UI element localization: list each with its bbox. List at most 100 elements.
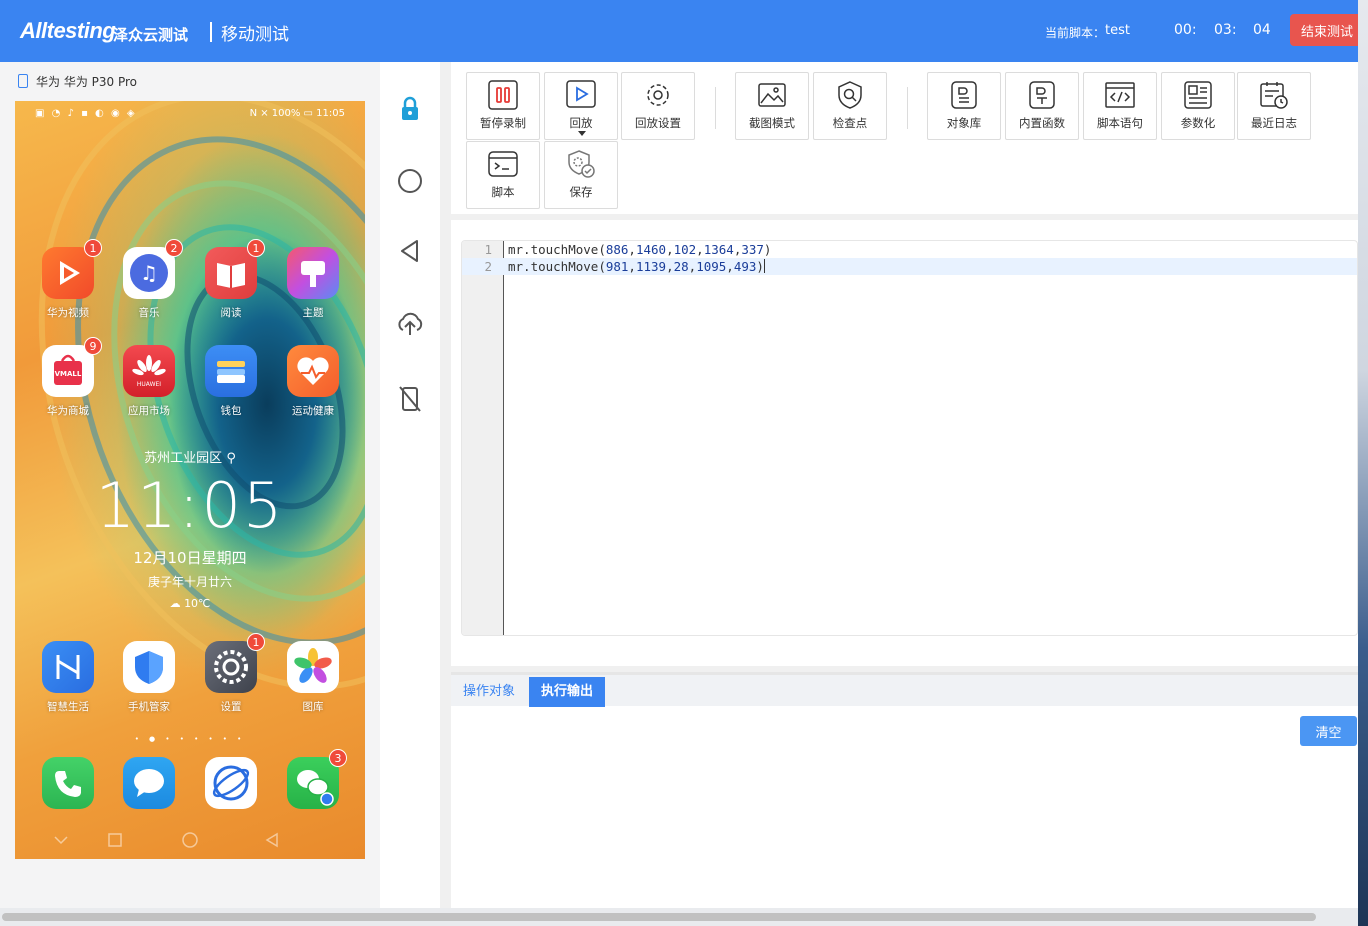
app-health[interactable]: 运动健康 [278,345,348,418]
device-panel: 华为 华为 P30 Pro ▣ ◔ ♪ ▪ ◐ ◉ ◈ N ⨯ 100% ▭ 1… [0,62,380,908]
timer-hours: 00: [1174,22,1197,38]
badge: 3 [329,749,347,767]
clear-button[interactable]: 清空 [1300,716,1357,746]
phone-icon [42,757,94,809]
upload-cloud-icon[interactable] [395,308,425,338]
dock-browser[interactable] [196,757,266,809]
recent-logs-button[interactable]: 最近日志 [1237,72,1311,140]
shield-check-icon [568,150,595,178]
save-button[interactable]: 保存 [544,141,618,209]
dock-wechat[interactable]: 3 [278,749,348,809]
shield-search-icon [838,81,862,109]
tab-operation-objects[interactable]: 操作对象 [451,677,527,707]
code-line-active[interactable]: 2 mr.touchMove(981,1139,28,1095,493) [462,258,1357,275]
wechat-icon: 3 [287,749,347,809]
device-title: 华为 华为 P30 Pro [18,73,137,90]
script-statement-button[interactable]: 脚本语句 [1083,72,1157,140]
app-label: 图库 [302,701,324,713]
svg-text:♫: ♫ [140,261,158,285]
dock-phone[interactable] [33,757,103,809]
replay-button[interactable]: 回放 [544,72,618,140]
horizontal-scrollbar[interactable] [0,908,1358,926]
settings-icon: 1 [205,633,265,693]
badge: 2 [165,239,183,257]
main-area: 暂停录制 回放 回放设置 截图模式 检查点 对象库 内置函数 脚本语句 参数化 … [440,62,1358,908]
app-music[interactable]: ♫ 2 音乐 [114,239,184,320]
object-library-icon [951,81,977,109]
line-gutter [462,241,504,635]
log-clock-icon [1260,82,1288,109]
code-editor[interactable]: 1 mr.touchMove(886,1460,102,1364,337) 2 … [461,240,1358,636]
badge: 1 [84,239,102,257]
script-button[interactable]: 脚本 [466,141,540,209]
builtin-functions-button[interactable]: 内置函数 [1005,72,1079,140]
dock-messages[interactable] [114,757,184,809]
text-cursor [763,259,765,273]
toolbar-divider [907,87,908,129]
timer-seconds: 04 [1253,22,1271,38]
output-tabbar: 操作对象 执行输出 [451,672,1358,707]
chevron-down-icon [578,131,586,136]
app-reader[interactable]: 1 阅读 [196,239,266,320]
code-line[interactable]: 1 mr.touchMove(886,1460,102,1364,337) [462,241,1357,258]
checkpoint-button[interactable]: 检查点 [813,72,887,140]
app-wallet[interactable]: 钱包 [196,345,266,418]
health-icon [287,345,339,397]
huawei-icon: HUAWEI [123,345,175,397]
device-screen[interactable]: ▣ ◔ ♪ ▪ ◐ ◉ ◈ N ⨯ 100% ▭ 11:05 1 华为视频 ♫ … [15,101,365,859]
brush-icon [287,247,339,299]
script-editor-panel: 1 mr.touchMove(886,1460,102,1364,337) 2 … [451,220,1358,666]
back-triangle-icon[interactable] [395,236,425,266]
nav-down-icon [54,836,68,845]
replay-settings-button[interactable]: 回放设置 [621,72,695,140]
badge: 1 [247,633,265,651]
app-huawei-video[interactable]: 1 华为视频 [33,239,103,320]
status-icons-right: N ⨯ 100% ▭ 11:05 [249,108,345,119]
book-icon: 1 [205,239,265,299]
vmall-icon: VMALL 9 [42,337,102,397]
device-name: 华为 华为 P30 Pro [36,75,137,89]
current-script-label: 当前脚本： [1045,26,1106,40]
pause-record-button[interactable]: 暂停录制 [466,72,540,140]
app-smart-life[interactable]: 智慧生活 [33,641,103,714]
lockscreen-lunar-date: 庚子年十月廿六 [147,575,232,589]
nav-home-icon[interactable] [182,832,198,848]
badge: 9 [84,337,102,355]
app-label: 华为视频 [47,307,89,319]
rotate-disabled-icon[interactable] [395,384,425,414]
terminal-icon [488,151,518,177]
app-label: 设置 [220,701,242,713]
logo: Alltesting [20,18,116,43]
app-label: 音乐 [138,307,160,319]
screenshot-mode-button[interactable]: 截图模式 [735,72,809,140]
pause-record-icon [488,80,518,110]
scrollbar-thumb[interactable] [2,913,1316,921]
app-settings[interactable]: 1 设置 [196,633,266,714]
function-icon [1029,81,1055,109]
app-vmall[interactable]: VMALL 9 华为商城 [33,337,103,418]
huawei-text: HUAWEI [136,381,162,388]
video-icon: 1 [42,239,102,299]
message-icon [123,757,175,809]
app-themes[interactable]: 主题 [278,247,348,320]
app-gallery[interactable]: 图库 [278,641,348,714]
location-pin-icon: ⚲ [226,451,236,466]
app-label: 阅读 [220,307,242,319]
app-label: 智慧生活 [47,701,89,713]
nav-recent-icon[interactable] [108,833,122,847]
app-phone-manager[interactable]: 手机管家 [114,641,184,714]
tab-execution-output[interactable]: 执行输出 [529,677,606,707]
lock-icon[interactable] [395,94,425,124]
app-label: 华为商城 [47,405,89,417]
home-circle-icon[interactable] [395,166,425,196]
status-icons-left: ▣ ◔ ♪ ▪ ◐ ◉ ◈ [35,108,137,119]
parameterize-button[interactable]: 参数化 [1161,72,1235,140]
page-indicator: • ● • • • • • • [134,735,246,743]
app-appgallery[interactable]: HUAWEI 应用市场 [114,345,184,418]
lockscreen-clock: 11:05 [95,469,285,542]
gallery-icon [287,641,339,693]
nav-back-icon[interactable] [265,832,278,848]
object-library-button[interactable]: 对象库 [927,72,1001,140]
app-label: 应用市场 [128,405,170,417]
stop-test-button[interactable]: 结束测试 [1290,14,1358,46]
